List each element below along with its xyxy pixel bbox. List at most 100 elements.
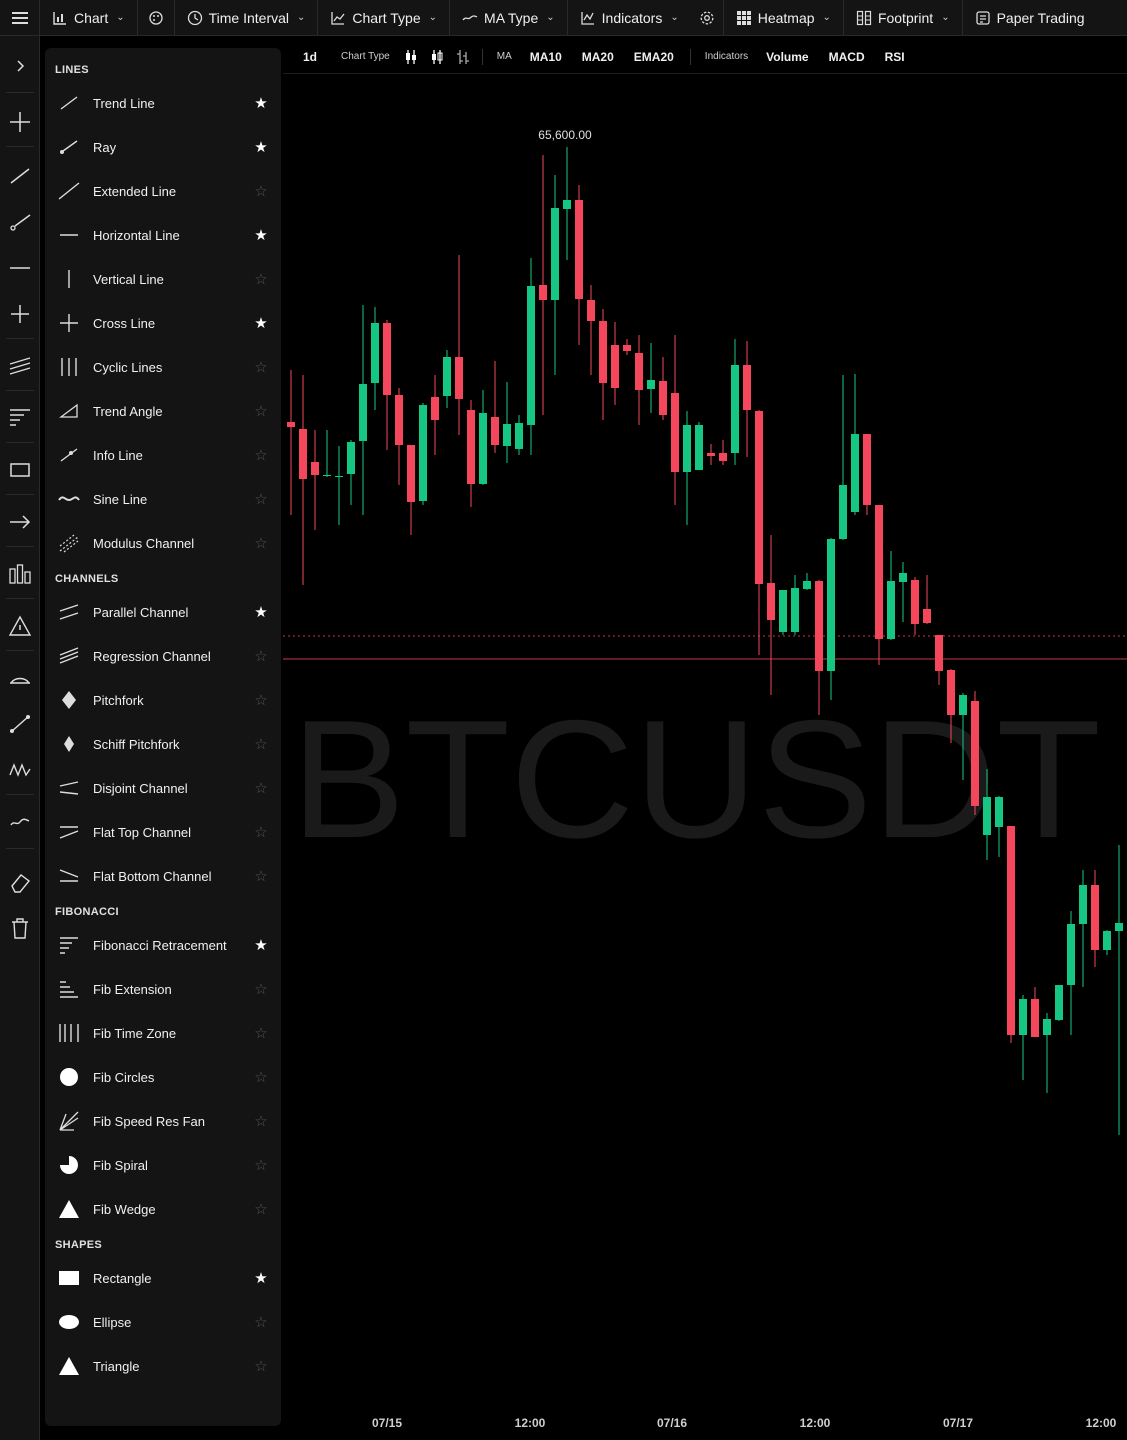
tool-item-disjoint-channel[interactable]: Disjoint Channel ☆ — [45, 766, 281, 810]
star-outline-icon[interactable]: ☆ — [241, 1024, 281, 1042]
tool-item-vertical-line[interactable]: Vertical Line ☆ — [45, 257, 281, 301]
tool-item-cross-line[interactable]: Cross Line ★ — [45, 301, 281, 345]
ema20-toggle[interactable]: EMA20 — [624, 50, 684, 64]
star-outline-icon[interactable]: ☆ — [241, 270, 281, 288]
star-filled-icon[interactable]: ★ — [241, 1269, 281, 1287]
tool-item-pitchfork[interactable]: Pitchfork ☆ — [45, 678, 281, 722]
star-outline-icon[interactable]: ☆ — [241, 534, 281, 552]
tool-item-schiff-pitchfork[interactable]: Schiff Pitchfork ☆ — [45, 722, 281, 766]
indicators-menu[interactable]: Indicators ⌄ — [568, 0, 691, 36]
hollow-candles-type-button[interactable] — [424, 49, 450, 65]
tool-item-rectangle[interactable]: Rectangle ★ — [45, 1256, 281, 1300]
star-outline-icon[interactable]: ☆ — [241, 1357, 281, 1375]
tool-item-flat-bottom-channel[interactable]: Flat Bottom Channel ☆ — [45, 854, 281, 898]
tool-item-info-line[interactable]: Info Line ☆ — [45, 433, 281, 477]
star-filled-icon[interactable]: ★ — [241, 936, 281, 954]
tool-item-trend-angle[interactable]: Trend Angle ☆ — [45, 389, 281, 433]
star-filled-icon[interactable]: ★ — [241, 94, 281, 112]
rectangle-tool[interactable] — [0, 450, 40, 490]
star-outline-icon[interactable]: ☆ — [241, 980, 281, 998]
hamburger-menu-button[interactable] — [0, 0, 40, 36]
star-filled-icon[interactable]: ★ — [241, 314, 281, 332]
star-outline-icon[interactable]: ☆ — [241, 1313, 281, 1331]
tool-item-fib-time-zone[interactable]: Fib Time Zone ☆ — [45, 1011, 281, 1055]
tool-item-triangle[interactable]: Triangle ☆ — [45, 1344, 281, 1388]
time-interval-menu[interactable]: Time Interval ⌄ — [175, 0, 319, 36]
paper-trading-button[interactable]: Paper Trading — [963, 0, 1097, 36]
star-outline-icon[interactable]: ☆ — [241, 182, 281, 200]
footprint-menu[interactable]: Footprint ⌄ — [844, 0, 963, 36]
candlesticks — [287, 147, 1123, 1135]
price-chart[interactable]: BTCUSDT 65,600.00 — [283, 75, 1127, 1410]
rsi-toggle[interactable]: RSI — [875, 50, 915, 64]
star-outline-icon[interactable]: ☆ — [241, 823, 281, 841]
star-outline-icon[interactable]: ☆ — [241, 358, 281, 376]
chart-type-menu[interactable]: Chart Type ⌄ — [318, 0, 451, 36]
volume-toggle[interactable]: Volume — [756, 50, 818, 64]
fib-tool[interactable] — [0, 398, 40, 438]
star-outline-icon[interactable]: ☆ — [241, 867, 281, 885]
star-outline-icon[interactable]: ☆ — [241, 1068, 281, 1086]
tool-item-ray[interactable]: Ray ★ — [45, 125, 281, 169]
wave-pattern-tool[interactable] — [0, 750, 40, 790]
measure-tool[interactable] — [0, 658, 40, 698]
star-outline-icon[interactable]: ☆ — [241, 1112, 281, 1130]
tool-label: Fibonacci Retracement — [93, 937, 227, 953]
tool-item-sine-line[interactable]: Sine Line ☆ — [45, 477, 281, 521]
tool-item-ellipse[interactable]: Ellipse ☆ — [45, 1300, 281, 1344]
ma10-toggle[interactable]: MA10 — [520, 50, 572, 64]
star-outline-icon[interactable]: ☆ — [241, 647, 281, 665]
star-outline-icon[interactable]: ☆ — [241, 735, 281, 753]
ma-type-menu[interactable]: MA Type ⌄ — [450, 0, 568, 36]
cross-line-tool[interactable] — [0, 294, 40, 334]
tool-item-flat-top-channel[interactable]: Flat Top Channel ☆ — [45, 810, 281, 854]
star-filled-icon[interactable]: ★ — [241, 603, 281, 621]
channel-tool[interactable] — [0, 346, 40, 386]
tool-item-regression-channel[interactable]: Regression Channel ☆ — [45, 634, 281, 678]
trend-line-tool[interactable] — [0, 156, 40, 196]
tool-item-fib-wedge[interactable]: Fib Wedge ☆ — [45, 1187, 281, 1231]
tool-item-cyclic-lines[interactable]: Cyclic Lines ☆ — [45, 345, 281, 389]
interval-button[interactable]: 1d — [283, 50, 327, 64]
palette-button[interactable] — [138, 0, 175, 36]
settings-button[interactable] — [691, 0, 724, 36]
star-outline-icon[interactable]: ☆ — [241, 402, 281, 420]
tool-item-fib-speed-res-fan[interactable]: Fib Speed Res Fan ☆ — [45, 1099, 281, 1143]
heatmap-menu[interactable]: Heatmap ⌄ — [724, 0, 844, 36]
star-outline-icon[interactable]: ☆ — [241, 1200, 281, 1218]
tool-item-fib-extension[interactable]: Fib Extension ☆ — [45, 967, 281, 1011]
pattern-tool[interactable] — [0, 606, 40, 646]
tool-item-fibonacci-retracement[interactable]: Fibonacci Retracement ★ — [45, 923, 281, 967]
arrow-tool[interactable] — [0, 502, 40, 542]
tool-item-trend-line[interactable]: Trend Line ★ — [45, 81, 281, 125]
macd-toggle[interactable]: MACD — [819, 50, 875, 64]
ray-tool[interactable] — [0, 202, 40, 242]
eraser-tool[interactable] — [0, 862, 40, 902]
star-outline-icon[interactable]: ☆ — [241, 490, 281, 508]
crosshair-tool[interactable] — [0, 102, 40, 142]
star-filled-icon[interactable]: ★ — [241, 138, 281, 156]
candlestick-icon — [405, 49, 416, 64]
brush-tool[interactable] — [0, 802, 40, 842]
tool-item-parallel-channel[interactable]: Parallel Channel ★ — [45, 590, 281, 634]
x-axis-label: 07/16 — [656, 1416, 688, 1430]
ruler-line-tool[interactable] — [0, 704, 40, 744]
star-outline-icon[interactable]: ☆ — [241, 446, 281, 464]
tool-item-fib-circles[interactable]: Fib Circles ☆ — [45, 1055, 281, 1099]
chart-menu[interactable]: Chart ⌄ — [40, 0, 138, 36]
star-filled-icon[interactable]: ★ — [241, 226, 281, 244]
ma20-toggle[interactable]: MA20 — [572, 50, 624, 64]
candles-type-button[interactable] — [398, 49, 424, 65]
tool-item-modulus-channel[interactable]: Modulus Channel ☆ — [45, 521, 281, 565]
horizontal-line-tool[interactable] — [0, 248, 40, 288]
tool-item-horizontal-line[interactable]: Horizontal Line ★ — [45, 213, 281, 257]
bars-tool[interactable] — [0, 554, 40, 594]
star-outline-icon[interactable]: ☆ — [241, 691, 281, 709]
star-outline-icon[interactable]: ☆ — [241, 779, 281, 797]
ohlc-bars-type-button[interactable] — [450, 49, 476, 65]
tool-item-extended-line[interactable]: Extended Line ☆ — [45, 169, 281, 213]
star-outline-icon[interactable]: ☆ — [241, 1156, 281, 1174]
tool-item-fib-spiral[interactable]: Fib Spiral ☆ — [45, 1143, 281, 1187]
delete-drawings-button[interactable] — [0, 908, 40, 948]
expand-toolbar-button[interactable] — [0, 46, 40, 86]
